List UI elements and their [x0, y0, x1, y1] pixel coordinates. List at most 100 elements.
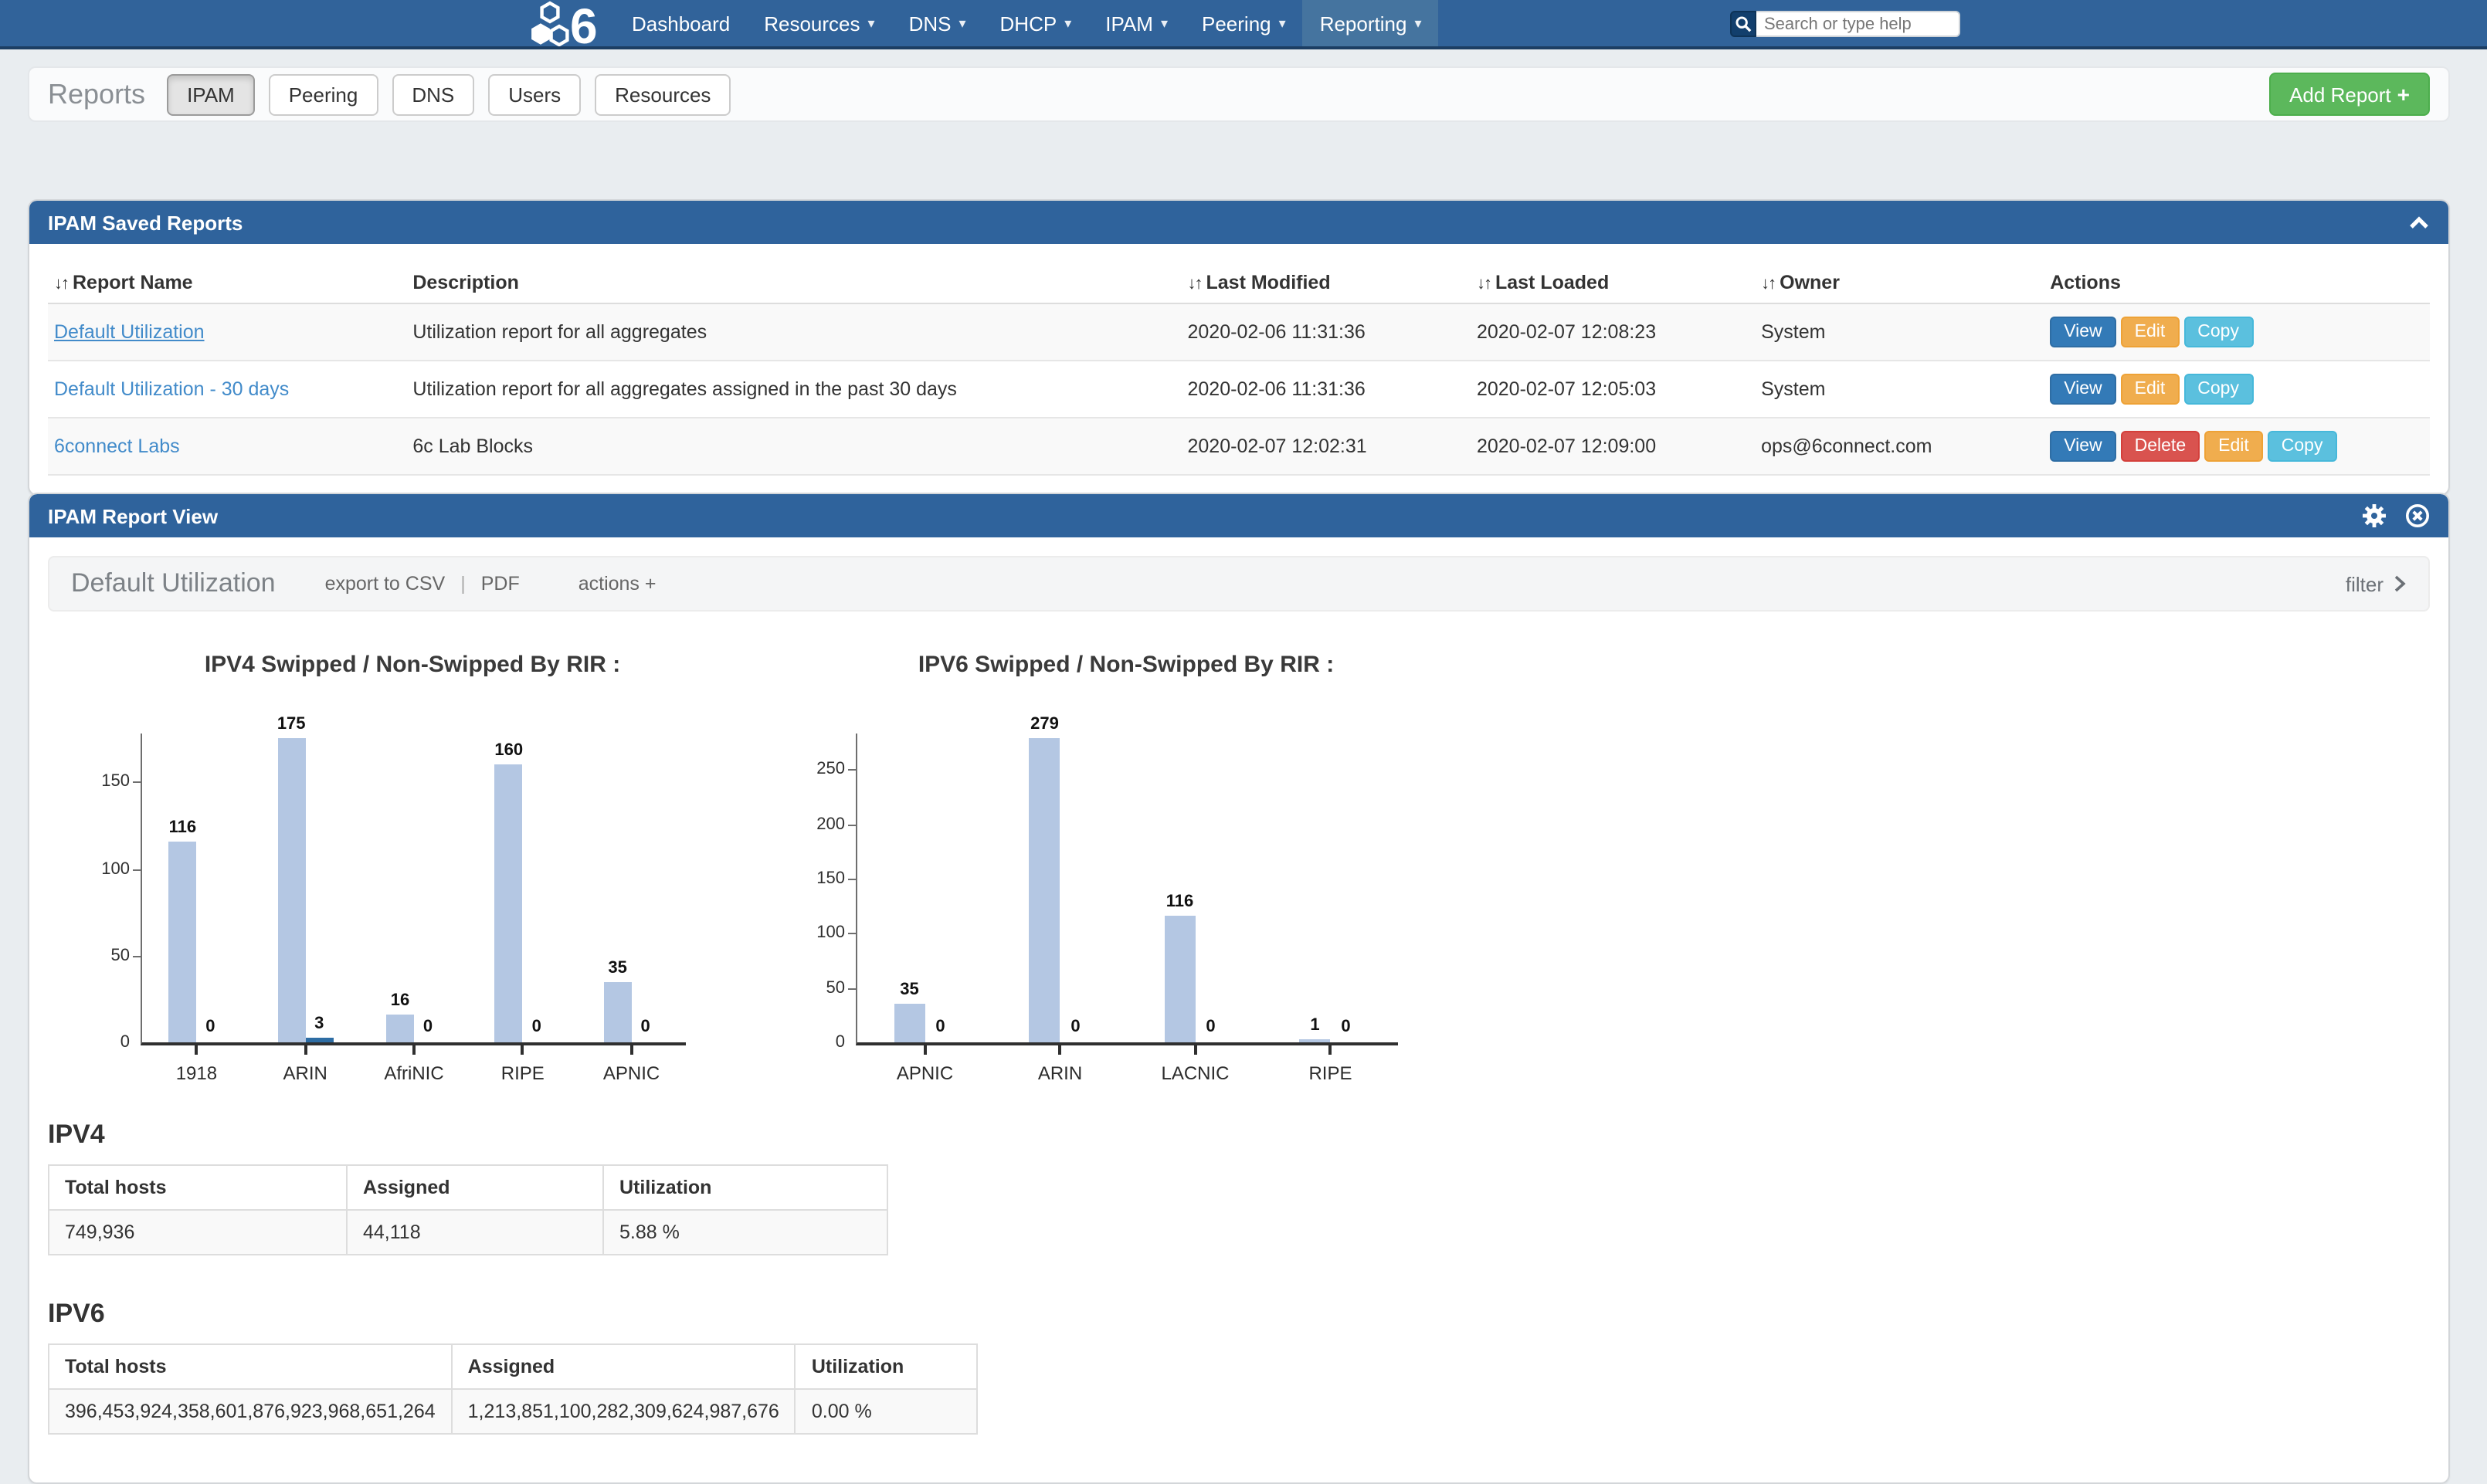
saved-reports-table: ↓↑Report NameDescription↓↑Last Modified↓… [48, 263, 2430, 476]
nav-item-reporting[interactable]: Reporting▾ [1303, 0, 1439, 46]
cell: 0.00 % [796, 1389, 978, 1434]
chart-plot: 050100150116019181753ARIN160AfriNIC1600R… [141, 734, 686, 1045]
table-row: 396,453,924,358,601,876,923,968,651,2641… [49, 1389, 978, 1434]
6connect-logo[interactable]: 6 [530, 2, 601, 45]
x-category-label: LACNIC [1131, 1062, 1260, 1084]
nav-item-dashboard[interactable]: Dashboard [615, 0, 747, 46]
bar-non-swipped-arin [305, 1038, 333, 1042]
add-report-button[interactable]: Add Report+ [2269, 73, 2430, 116]
col-header-utilization: Utilization [603, 1165, 887, 1210]
tab-peering[interactable]: Peering [269, 73, 378, 115]
reports-toolbar: Reports IPAM Peering DNS Users Resources Add… [28, 66, 2450, 122]
bar-swipped-ripe [495, 764, 523, 1042]
bar-value-label: 0 [914, 1018, 967, 1036]
bar-value-label: 279 [1019, 715, 1071, 734]
bar-swipped-arin [277, 738, 305, 1042]
ipv6-bar-chart: IPV6 Swipped / Non-Swipped By RIR :05010… [797, 652, 1398, 1092]
table-row: Default Utilization - 30 days Utilization… [48, 361, 2430, 418]
chevron-down-icon: ▾ [1414, 15, 1421, 32]
col-header-report-name[interactable]: ↓↑Report Name [48, 263, 406, 303]
search-button[interactable] [1730, 11, 1756, 37]
tab-ipam[interactable]: IPAM [167, 73, 255, 115]
report-tabs: IPAM Peering DNS Users Resources [167, 73, 745, 115]
close-icon[interactable] [2405, 503, 2430, 528]
x-category-label: RIPE [1266, 1062, 1396, 1084]
delete-button[interactable]: Delete [2121, 431, 2200, 462]
view-button[interactable]: View [2050, 374, 2115, 405]
x-tick [195, 1045, 198, 1055]
bar-value-label: 116 [1154, 893, 1206, 911]
chevron-up-icon[interactable] [2408, 215, 2430, 230]
chart-title: IPV6 Swipped / Non-Swipped By RIR : [856, 652, 1396, 678]
search-icon [1735, 15, 1752, 32]
chevron-down-icon: ▾ [1279, 15, 1286, 32]
ipv4-summary-table: Total hostsAssignedUtilization749,93644,… [48, 1164, 888, 1255]
cell: Utilization report for all aggregates [406, 303, 1181, 361]
chevron-down-icon: ▾ [868, 15, 875, 32]
search-input[interactable] [1756, 11, 1960, 37]
report-link[interactable]: Default Utilization [54, 321, 205, 343]
y-tick [133, 956, 142, 957]
y-tick-label: 100 [802, 924, 845, 943]
cell: System [1755, 303, 2044, 361]
y-tick-label: 0 [802, 1033, 845, 1052]
col-header-last-loaded[interactable]: ↓↑Last Loaded [1471, 263, 1755, 303]
tab-resources[interactable]: Resources [595, 73, 731, 115]
ipam-report-view-panel: IPAM Report View [28, 493, 2450, 1484]
cell: Utilization report for all aggregates as… [406, 361, 1181, 418]
page-title: Reports [48, 78, 145, 110]
nav-item-peering[interactable]: Peering▾ [1185, 0, 1303, 46]
col-header-description: Description [406, 263, 1181, 303]
edit-button[interactable]: Edit [2204, 431, 2263, 462]
gear-icon[interactable] [2362, 503, 2387, 528]
chevron-down-icon: ▾ [1161, 15, 1168, 32]
chevron-right-icon [2393, 574, 2407, 593]
tab-dns[interactable]: DNS [392, 73, 474, 115]
y-tick [848, 933, 857, 935]
x-tick [412, 1045, 416, 1055]
copy-button[interactable]: Copy [2183, 374, 2253, 405]
export-csv-link[interactable]: export to CSV [325, 573, 446, 595]
filter-toggle[interactable]: filter [2346, 572, 2407, 595]
view-button[interactable]: View [2050, 317, 2115, 347]
edit-button[interactable]: Edit [2121, 317, 2180, 347]
col-header-total-hosts: Total hosts [49, 1344, 452, 1389]
table-row: 749,93644,1185.88 % [49, 1210, 887, 1255]
copy-button[interactable]: Copy [2268, 431, 2337, 462]
col-header-last-modified[interactable]: ↓↑Last Modified [1182, 263, 1471, 303]
bar-value-label: 0 [184, 1018, 236, 1036]
pdf-link[interactable]: PDF [481, 573, 520, 595]
bar-value-label: 175 [265, 715, 317, 734]
y-tick-label: 200 [802, 815, 845, 833]
nav-item-dhcp[interactable]: DHCP▾ [983, 0, 1089, 46]
nav-item-dns[interactable]: DNS▾ [892, 0, 983, 46]
nav-item-resources[interactable]: Resources▾ [747, 0, 891, 46]
edit-button[interactable]: Edit [2121, 374, 2180, 405]
report-link[interactable]: Default Utilization - 30 days [54, 378, 289, 400]
table-row: Default Utilization Utilization report fo… [48, 303, 2430, 361]
tab-users[interactable]: Users [488, 73, 581, 115]
x-tick [924, 1045, 927, 1055]
sort-icon: ↓↑ [1188, 275, 1202, 293]
bar-value-label: 0 [619, 1018, 672, 1036]
cell: System [1755, 361, 2044, 418]
bar-value-label: 0 [1050, 1018, 1102, 1036]
bar-swipped-arin [1030, 738, 1060, 1042]
ipv6-heading: IPV6 [48, 1299, 2430, 1330]
view-button[interactable]: View [2050, 431, 2115, 462]
actions-menu[interactable]: actions + [578, 573, 657, 595]
cell: 5.88 % [603, 1210, 887, 1255]
col-header-utilization: Utilization [796, 1344, 978, 1389]
cell: 2020-02-07 12:09:00 [1471, 418, 1755, 475]
cell: 2020-02-06 11:31:36 [1182, 303, 1471, 361]
bar-value-label: 3 [293, 1015, 345, 1033]
col-header-total-hosts: Total hosts [49, 1165, 347, 1210]
charts-row: IPV4 Swipped / Non-Swipped By RIR :05010… [82, 652, 2430, 1092]
ipv6-summary-table: Total hostsAssignedUtilization396,453,92… [48, 1343, 979, 1435]
nav-item-ipam[interactable]: IPAM▾ [1088, 0, 1185, 46]
col-header-owner[interactable]: ↓↑Owner [1755, 263, 2044, 303]
report-link[interactable]: 6connect Labs [54, 435, 180, 457]
copy-button[interactable]: Copy [2183, 317, 2253, 347]
x-tick [521, 1045, 524, 1055]
bar-swipped-1918 [168, 842, 196, 1042]
